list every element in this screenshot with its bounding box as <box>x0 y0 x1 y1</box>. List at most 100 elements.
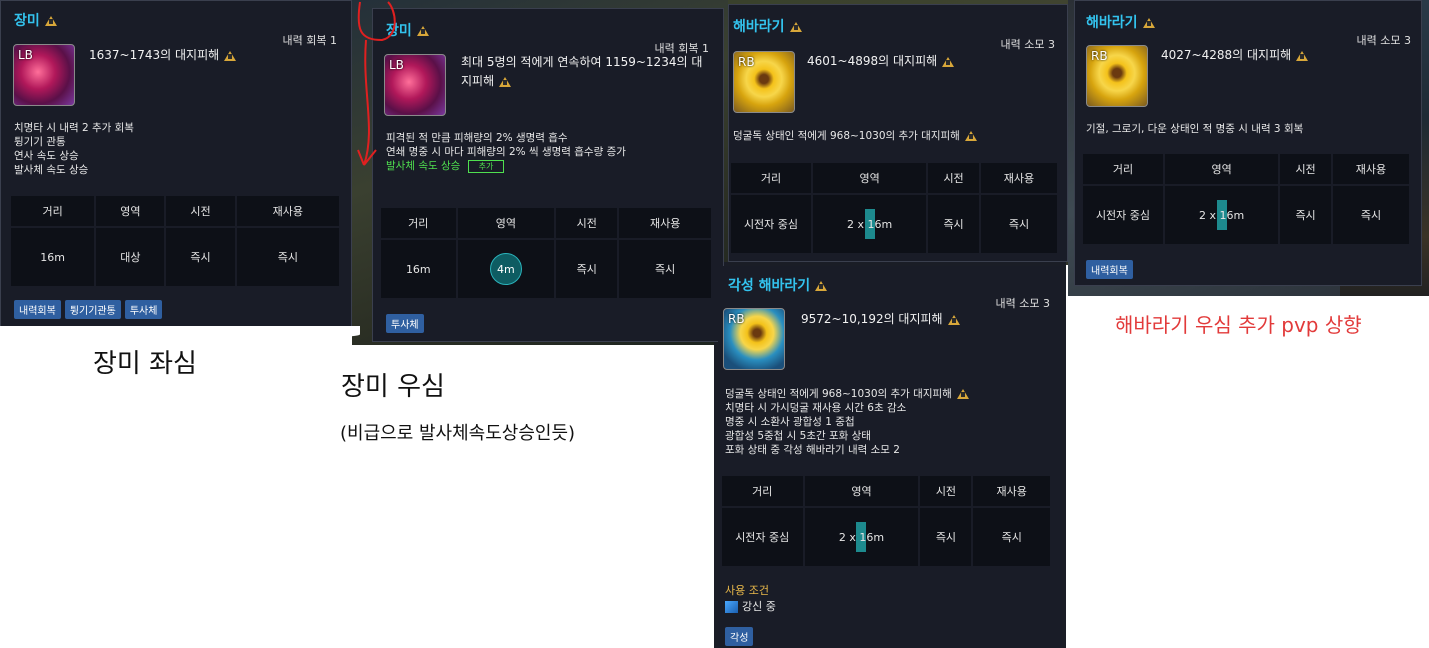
value-cooldown: 즉시 <box>619 240 711 298</box>
skill-name: 해바라기 <box>1086 15 1138 31</box>
value-cooldown: 즉시 <box>1332 186 1409 244</box>
header-cast: 시전 <box>556 208 618 238</box>
area-value: 4m <box>497 262 515 276</box>
value-range: 시전자 중심 <box>1083 186 1163 244</box>
rose-skill-icon: LB <box>13 44 75 106</box>
tripod-icon <box>815 281 828 291</box>
skill-stats-table: 거리 영역 시전 재사용 16m 4m 즉시 즉시 <box>379 206 713 300</box>
effects-list: 덩굴독 상태인 적에게 968~1030의 추가 대지피해 <box>733 129 977 143</box>
effect-text: 덩굴독 상태인 적에게 968~1030의 추가 대지피해 <box>733 130 960 142</box>
resource-text: 내력 회복 1 <box>282 34 337 47</box>
header-cooldown: 재사용 <box>973 476 1050 506</box>
tripod-icon <box>416 26 429 36</box>
effect-line: 광합성 5중첩 시 5초간 포화 상태 <box>725 430 871 442</box>
header-range: 거리 <box>381 208 456 238</box>
tripod-icon <box>1142 18 1155 28</box>
effect-line: 포화 상태 중 각성 해바라기 내력 소모 2 <box>725 444 900 456</box>
condition-text: 강신 중 <box>742 600 776 613</box>
use-condition-value: 강신 중 <box>725 598 776 614</box>
value-range: 16m <box>381 240 456 298</box>
header-range: 거리 <box>11 196 95 226</box>
effect-line: 연사 속도 상승 <box>14 150 79 162</box>
value-cast: 즉시 <box>166 228 235 286</box>
header-cooldown: 재사용 <box>619 208 711 238</box>
header-area: 영역 <box>813 163 927 193</box>
tooltip-rose-right: 장미 내력 회복 1 LB 최대 5명의 적에게 연속하여 1159~1234의… <box>372 8 724 342</box>
header-cooldown: 재사용 <box>1332 154 1409 184</box>
damage-value: 최대 5명의 적에게 연속하여 1159~1234의 대지피해 <box>461 55 703 88</box>
header-area: 영역 <box>457 208 555 238</box>
header-area: 영역 <box>1165 154 1279 184</box>
value-cooldown: 즉시 <box>236 228 339 286</box>
tooltip-title: 각성 해바라기 <box>728 275 828 295</box>
value-range: 16m <box>11 228 95 286</box>
value-area: 2 x 16m <box>804 508 919 566</box>
tripod-icon <box>44 16 57 26</box>
tag-awakening: 각성 <box>725 627 754 646</box>
skill-stats-table: 거리 영역 시전 재사용 시전자 중심 2 x 16m 즉시 즉시 <box>720 474 1052 568</box>
header-area: 영역 <box>804 476 919 506</box>
resource-text: 내력 소모 3 <box>995 297 1050 310</box>
effects-list: 기절, 그로기, 다운 상태인 적 명중 시 내력 3 회복 <box>1086 122 1303 136</box>
header-cooldown: 재사용 <box>236 196 339 226</box>
tag-row: 투사체 <box>386 313 428 333</box>
sunflower-skill-icon: RB <box>1086 45 1148 107</box>
effect-text: 덩굴독 상태인 적에게 968~1030의 추가 대지피해 <box>725 388 952 400</box>
resource-text: 내력 소모 3 <box>1000 38 1055 51</box>
header-range: 거리 <box>1083 154 1163 184</box>
sunflower-skill-icon: RB <box>733 51 795 113</box>
tag-projectile: 투사체 <box>124 300 163 319</box>
damage-text: 1637~1743의 대지피해 <box>89 46 237 65</box>
damage-value: 9572~10,192의 대지피해 <box>801 312 943 326</box>
tripod-icon <box>1296 50 1309 61</box>
tooltip-sunflower-mid: 해바라기 내력 소모 3 RB 4601~4898의 대지피해 덩굴독 상태인 … <box>728 4 1068 262</box>
value-cooldown: 즉시 <box>973 508 1050 566</box>
value-cast: 즉시 <box>928 195 979 253</box>
tripod-icon <box>947 314 960 325</box>
effect-line: 발사체 속도 상승 <box>14 164 89 176</box>
value-area: 대상 <box>96 228 165 286</box>
value-cast: 즉시 <box>920 508 972 566</box>
keybind-label: RB <box>1091 49 1108 63</box>
effect-line: 치명타 시 내력 2 추가 회복 <box>14 122 134 134</box>
tripod-icon <box>789 22 802 32</box>
header-area: 영역 <box>96 196 165 226</box>
keybind-label: RB <box>738 55 755 69</box>
header-cast: 시전 <box>1280 154 1331 184</box>
note-sunflower: 해바라기 우심 추가 pvp 상향 <box>1115 313 1362 337</box>
effect-line: 덩굴독 상태인 적에게 968~1030의 추가 대지피해 <box>733 129 977 143</box>
damage-text: 4601~4898의 대지피해 <box>807 52 955 71</box>
red-annotation-scribble <box>357 1 396 166</box>
skill-name: 장미 <box>14 13 40 29</box>
tripod-icon <box>942 56 955 67</box>
tripod-icon <box>956 389 969 399</box>
tooltip-rose-left: 장미 내력 회복 1 LB 1637~1743의 대지피해 치명타 시 내력 2… <box>0 0 352 330</box>
damage-text: 9572~10,192의 대지피해 <box>801 310 960 329</box>
tag-bounce-pierce: 튕기기관통 <box>64 300 121 319</box>
awakened-sunflower-skill-icon: RB <box>723 308 785 370</box>
resource-text: 내력 소모 3 <box>1356 34 1411 47</box>
tripod-icon <box>224 50 237 61</box>
header-cast: 시전 <box>920 476 972 506</box>
tooltip-title: 해바라기 <box>1086 12 1155 32</box>
tag-mana-recovery: 내력회복 <box>14 300 61 319</box>
effect-line: 명중 시 소환사 광합성 1 중첩 <box>725 416 855 428</box>
header-range: 거리 <box>722 476 803 506</box>
damage-text: 4027~4288의 대지피해 <box>1161 46 1309 65</box>
value-cast: 즉시 <box>1280 186 1331 244</box>
header-range: 거리 <box>731 163 811 193</box>
effects-list: 피격된 적 만큼 피해량의 2% 생명력 흡수 연쇄 명중 시 마다 피해량의 … <box>386 131 626 173</box>
value-cast: 즉시 <box>556 240 618 298</box>
effect-line: 연쇄 명중 시 마다 피해량의 2% 씩 생명력 흡수량 증가 <box>386 146 626 158</box>
skill-stats-table: 거리 영역 시전 재사용 시전자 중심 2 x 16m 즉시 즉시 <box>1081 152 1411 246</box>
keybind-label: RB <box>728 312 745 326</box>
keybind-label: LB <box>18 48 33 62</box>
tripod-icon <box>499 76 512 87</box>
header-cast: 시전 <box>928 163 979 193</box>
area-circle-icon: 4m <box>489 253 522 285</box>
effect-line: 튕기기 관통 <box>14 136 66 148</box>
skill-stats-table: 거리 영역 시전 재사용 시전자 중심 2 x 16m 즉시 즉시 <box>729 161 1059 255</box>
tripod-icon <box>964 131 977 141</box>
damage-value: 1637~1743의 대지피해 <box>89 48 220 62</box>
header-cast: 시전 <box>166 196 235 226</box>
